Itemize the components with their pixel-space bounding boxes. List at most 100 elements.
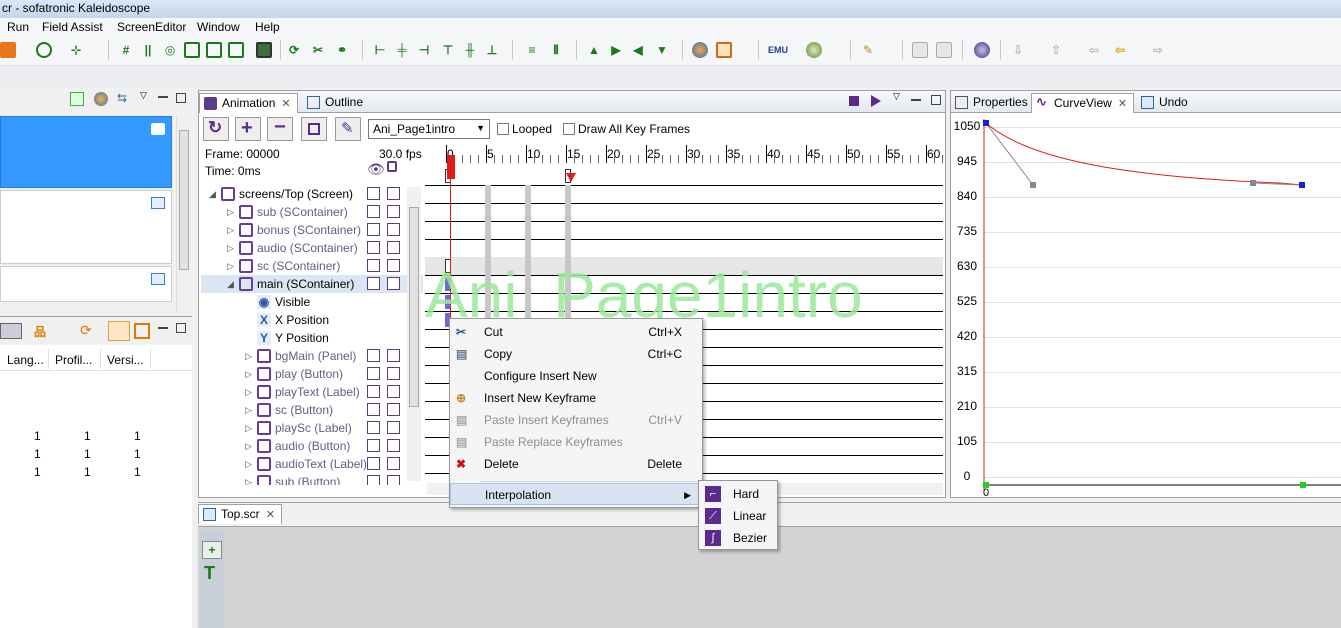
back-icon[interactable]: ⇦	[1112, 42, 1128, 58]
frame-icon[interactable]	[184, 42, 200, 58]
arrow-right-icon[interactable]: ▶	[608, 42, 624, 58]
copy-anim-button[interactable]	[301, 117, 327, 141]
toggle-checkbox[interactable]	[387, 205, 400, 218]
column-header[interactable]: Versi...	[107, 353, 144, 367]
close-icon[interactable]: ✕	[281, 98, 290, 110]
toggle-checkbox[interactable]	[387, 259, 400, 272]
save-all-icon[interactable]	[936, 42, 952, 58]
zoom-icon[interactable]	[36, 42, 52, 58]
sync-icon[interactable]: ⇆	[117, 92, 131, 106]
column-header[interactable]: Lang...	[7, 353, 44, 367]
minimize-icon[interactable]	[158, 327, 168, 329]
toggle-checkbox[interactable]	[367, 385, 380, 398]
expand-closed-icon[interactable]: ▷	[245, 437, 252, 455]
tree-row[interactable]: ◢ main (SContainer)	[201, 275, 423, 293]
run-icon[interactable]	[806, 42, 822, 58]
toggle-checkbox[interactable]	[387, 241, 400, 254]
tree-row[interactable]: ▷ sc (SContainer)	[201, 257, 423, 275]
expand-closed-icon[interactable]: ▷	[227, 203, 234, 221]
tree-row[interactable]: ▷ sub (SContainer)	[201, 203, 423, 221]
tangent-handle[interactable]	[1030, 182, 1036, 188]
align-left-icon[interactable]: ⊢	[372, 42, 388, 58]
end-marker[interactable]	[566, 173, 576, 182]
edit-button[interactable]: ✎	[335, 117, 361, 141]
toggle-checkbox[interactable]	[367, 277, 380, 290]
close-icon[interactable]: ✕	[266, 509, 275, 521]
submenu-item-bezier[interactable]: ∫ Bezier	[699, 527, 777, 549]
undo-anim-button[interactable]: ↻	[203, 117, 229, 141]
item-selected[interactable]	[0, 116, 172, 188]
save-icon[interactable]	[912, 42, 928, 58]
expand-closed-icon[interactable]: ▷	[245, 383, 252, 401]
expand-open-icon[interactable]: ◢	[209, 185, 216, 203]
toggle-checkbox[interactable]	[387, 439, 400, 452]
menu-item-paste-replace-keyframes[interactable]: ▤ Paste Replace Keyframes	[450, 431, 702, 453]
tangent-handle[interactable]	[1250, 180, 1256, 186]
distribute-h-icon[interactable]: ⦀	[548, 42, 564, 58]
cut-tool-icon[interactable]: ✂	[310, 42, 326, 58]
wand-icon[interactable]: ✎	[860, 42, 876, 58]
close-icon[interactable]: ✕	[1118, 98, 1127, 110]
toggle-checkbox[interactable]	[387, 475, 400, 485]
tree-row[interactable]: ▷ audio (Button)	[201, 437, 423, 455]
toggle-checkbox[interactable]	[387, 421, 400, 434]
expand-closed-icon[interactable]: ▷	[227, 221, 234, 239]
text-tool-icon[interactable]: T	[204, 563, 215, 584]
vertical-scrollbar[interactable]	[176, 116, 190, 312]
animation-tree[interactable]: ◢ screens/Top (Screen) ▷ sub (SContainer) ▷ b…	[201, 185, 423, 485]
tree-row[interactable]: ▷ bgMain (Panel)	[201, 347, 423, 365]
maximize-icon[interactable]	[931, 95, 941, 105]
tree-row[interactable]: X X Position	[201, 311, 423, 329]
snap-icon[interactable]: ◎	[162, 42, 178, 58]
grid-icon[interactable]: #	[118, 42, 134, 58]
menu-field-assist[interactable]: Field Assist	[42, 18, 103, 36]
menu-run[interactable]: Run	[7, 18, 29, 36]
tab-top-scr[interactable]: Top.scr ✕	[198, 504, 282, 524]
tree-icon[interactable]: 品	[34, 323, 50, 339]
expand-closed-icon[interactable]: ▷	[227, 257, 234, 275]
toggle-checkbox[interactable]	[367, 439, 380, 452]
expand-closed-icon[interactable]: ▷	[245, 347, 252, 365]
sphere-icon[interactable]	[974, 42, 990, 58]
align-right-icon[interactable]: ⊣	[416, 42, 432, 58]
toggle-checkbox[interactable]	[367, 367, 380, 380]
remove-button[interactable]: −	[267, 116, 293, 141]
submenu-item-linear[interactable]: ⟋ Linear	[699, 505, 777, 527]
tree-row[interactable]: ▷ playText (Label)	[201, 383, 423, 401]
tab-outline[interactable]: Outline	[303, 93, 369, 113]
tab-animation[interactable]: Animation ✕	[199, 93, 298, 113]
menu-help[interactable]: Help	[255, 18, 280, 36]
tree-row[interactable]: ▷ sub (Button)	[201, 473, 423, 485]
tree-row[interactable]: ▷ sc (Button)	[201, 401, 423, 419]
window-icon[interactable]	[716, 42, 732, 58]
minimize-icon[interactable]	[158, 96, 168, 98]
item[interactable]	[0, 266, 172, 302]
distribute-v-icon[interactable]: ≡	[524, 42, 540, 58]
menu-item-insert-new-keyframe[interactable]: ⊕ Insert New Keyframe	[450, 387, 702, 409]
toggle-checkbox[interactable]	[367, 457, 380, 470]
frame3-icon[interactable]	[228, 42, 244, 58]
menu-item-interpolation[interactable]: Interpolation ▶	[450, 483, 702, 505]
tool-icon[interactable]	[0, 42, 16, 58]
looped-checkbox[interactable]	[497, 123, 509, 135]
grid-view-icon[interactable]	[134, 323, 150, 339]
toggle-checkbox[interactable]	[367, 241, 380, 254]
hatch-icon[interactable]	[256, 42, 272, 58]
palette-icon[interactable]	[70, 92, 84, 106]
tree-row[interactable]: Y Y Position	[201, 329, 423, 347]
toggle-checkbox[interactable]	[387, 349, 400, 362]
animation-select[interactable]: Ani_Page1intro ▼	[368, 119, 490, 139]
add-button[interactable]: +	[235, 117, 261, 141]
expand-closed-icon[interactable]: ▷	[245, 473, 252, 485]
grid-move-icon[interactable]: ⊹	[68, 42, 84, 58]
scroll-thumb[interactable]	[179, 130, 189, 270]
nav-up-icon[interactable]: ⇧	[1048, 42, 1064, 58]
expand-closed-icon[interactable]: ▷	[245, 365, 252, 383]
toggle-checkbox[interactable]	[367, 475, 380, 485]
arrow-left-icon[interactable]: ◀	[630, 42, 646, 58]
toggle-checkbox[interactable]	[367, 205, 380, 218]
guide-icon[interactable]: ||	[140, 42, 156, 58]
tree-row[interactable]: ▷ audio (SContainer)	[201, 239, 423, 257]
tree-scrollbar[interactable]	[407, 187, 421, 481]
align-bottom-icon[interactable]: ⊥	[484, 42, 500, 58]
